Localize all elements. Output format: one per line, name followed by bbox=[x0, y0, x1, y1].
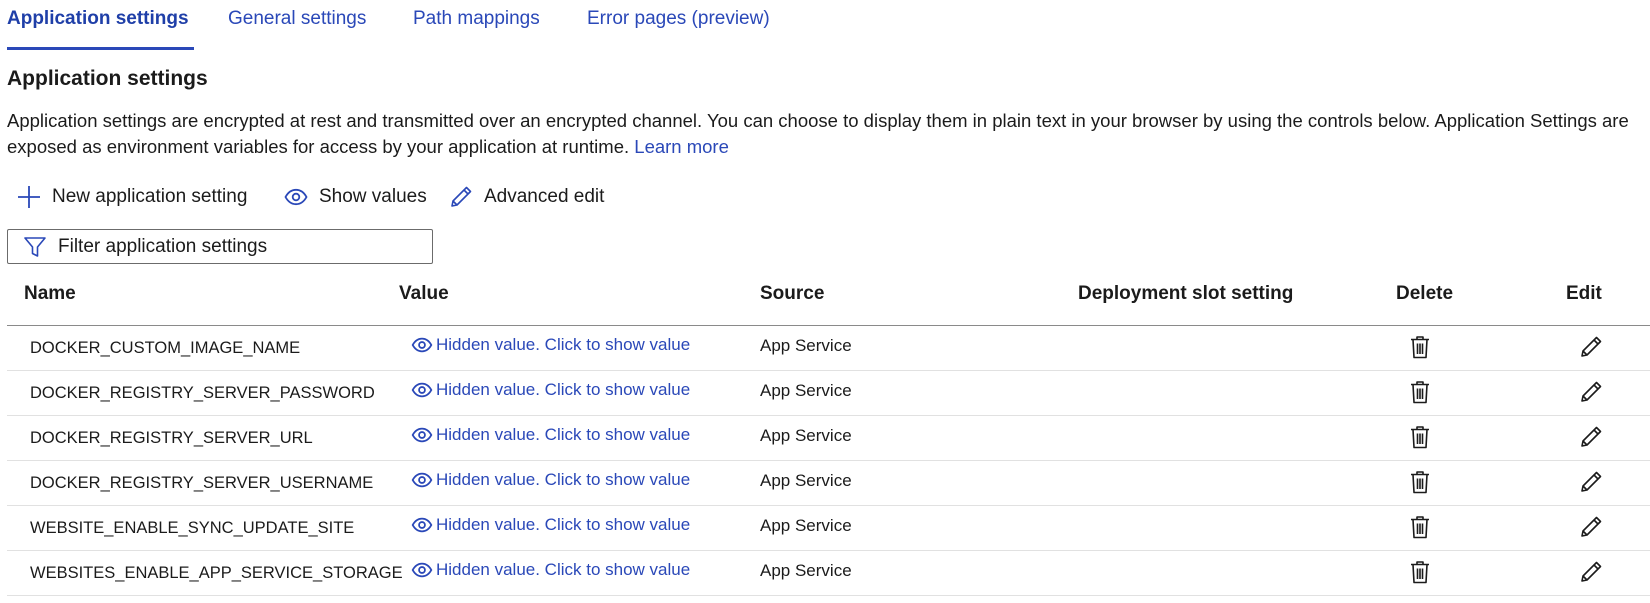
advanced-edit-label: Advanced edit bbox=[484, 186, 605, 207]
eye-icon bbox=[410, 515, 434, 535]
learn-more-link[interactable]: Learn more bbox=[634, 136, 729, 157]
setting-source: App Service bbox=[760, 471, 852, 490]
column-header-name[interactable]: Name bbox=[24, 283, 76, 305]
hidden-value-link[interactable]: Hidden value. Click to show value bbox=[410, 515, 690, 535]
setting-source: App Service bbox=[760, 336, 852, 355]
edit-setting-button[interactable] bbox=[1576, 467, 1606, 497]
delete-setting-button[interactable] bbox=[1406, 512, 1434, 542]
setting-name: DOCKER_REGISTRY_SERVER_PASSWORD bbox=[30, 384, 375, 402]
setting-source: App Service bbox=[760, 516, 852, 535]
funnel-icon bbox=[22, 234, 48, 260]
trash-icon bbox=[1411, 381, 1429, 404]
table-row: DOCKER_REGISTRY_SERVER_PASSWORD Hidden v… bbox=[7, 371, 1650, 416]
eye-icon bbox=[410, 380, 434, 400]
hidden-value-link[interactable]: Hidden value. Click to show value bbox=[410, 380, 690, 400]
delete-setting-button[interactable] bbox=[1406, 467, 1434, 497]
tab-general-settings[interactable]: General settings bbox=[228, 8, 366, 30]
hidden-value-text: Hidden value. Click to show value bbox=[436, 425, 691, 444]
pencil-icon bbox=[1581, 516, 1602, 537]
setting-name: DOCKER_REGISTRY_SERVER_URL bbox=[30, 429, 313, 447]
filter-placeholder: Filter application settings bbox=[58, 235, 268, 257]
tab-application-settings[interactable]: Application settings bbox=[7, 8, 189, 30]
row-divider bbox=[7, 595, 1650, 596]
table-row: DOCKER_REGISTRY_SERVER_URL Hidden value.… bbox=[7, 416, 1650, 461]
hidden-value-link[interactable]: Hidden value. Click to show value bbox=[410, 335, 690, 355]
delete-setting-button[interactable] bbox=[1406, 422, 1434, 452]
setting-name: DOCKER_REGISTRY_SERVER_USERNAME bbox=[30, 474, 374, 492]
setting-source: App Service bbox=[760, 381, 852, 400]
hidden-value-text: Hidden value. Click to show value bbox=[436, 515, 691, 534]
edit-setting-button[interactable] bbox=[1576, 422, 1606, 452]
trash-icon bbox=[1411, 426, 1429, 449]
pencil-icon bbox=[448, 184, 474, 210]
trash-icon bbox=[1411, 516, 1429, 539]
filter-input[interactable]: Filter application settings bbox=[7, 229, 433, 264]
tab-error-pages[interactable]: Error pages (preview) bbox=[587, 8, 770, 30]
tab-path-mappings[interactable]: Path mappings bbox=[413, 8, 540, 30]
plus-icon bbox=[16, 184, 42, 210]
pencil-icon bbox=[1581, 471, 1602, 492]
new-application-setting-button[interactable]: New application setting bbox=[16, 182, 247, 212]
setting-name: WEBSITE_ENABLE_SYNC_UPDATE_SITE bbox=[30, 519, 355, 537]
pencil-icon bbox=[1581, 381, 1602, 402]
table-row: WEBSITE_ENABLE_SYNC_UPDATE_SITE Hidden v… bbox=[7, 506, 1650, 551]
edit-setting-button[interactable] bbox=[1576, 332, 1606, 362]
hidden-value-text: Hidden value. Click to show value bbox=[436, 560, 691, 579]
table-row: DOCKER_CUSTOM_IMAGE_NAME Hidden value. C… bbox=[7, 326, 1650, 371]
column-header-deployment-slot[interactable]: Deployment slot setting bbox=[1078, 283, 1293, 305]
active-tab-indicator bbox=[7, 47, 194, 50]
pencil-icon bbox=[1581, 426, 1602, 447]
pencil-icon bbox=[1581, 336, 1602, 357]
column-header-delete: Delete bbox=[1396, 283, 1454, 304]
eye-icon bbox=[410, 560, 434, 580]
advanced-edit-button[interactable]: Advanced edit bbox=[448, 182, 604, 212]
edit-setting-button[interactable] bbox=[1576, 512, 1606, 542]
pencil-icon bbox=[1581, 561, 1602, 582]
eye-icon bbox=[410, 425, 434, 445]
show-values-label: Show values bbox=[319, 186, 427, 207]
description-text: Application settings are encrypted at re… bbox=[7, 110, 1629, 157]
trash-icon bbox=[1411, 336, 1429, 359]
column-header-edit: Edit bbox=[1566, 283, 1602, 304]
hidden-value-link[interactable]: Hidden value. Click to show value bbox=[410, 425, 690, 445]
eye-icon bbox=[410, 470, 434, 490]
setting-source: App Service bbox=[760, 561, 852, 580]
section-description: Application settings are encrypted at re… bbox=[7, 108, 1650, 160]
section-title: Application settings bbox=[7, 67, 208, 90]
column-header-source[interactable]: Source bbox=[760, 283, 824, 305]
hidden-value-text: Hidden value. Click to show value bbox=[436, 335, 691, 354]
delete-setting-button[interactable] bbox=[1406, 332, 1434, 362]
eye-icon bbox=[283, 184, 309, 210]
new-application-setting-label: New application setting bbox=[52, 186, 248, 207]
setting-source: App Service bbox=[760, 426, 852, 445]
table-row: DOCKER_REGISTRY_SERVER_USERNAME Hidden v… bbox=[7, 461, 1650, 506]
setting-name: DOCKER_CUSTOM_IMAGE_NAME bbox=[30, 339, 301, 357]
delete-setting-button[interactable] bbox=[1406, 557, 1434, 587]
settings-tabs: Application settings General settings Pa… bbox=[0, 0, 1650, 52]
setting-name: WEBSITES_ENABLE_APP_SERVICE_STORAGE bbox=[30, 564, 403, 582]
table-row: WEBSITES_ENABLE_APP_SERVICE_STORAGE Hidd… bbox=[7, 551, 1650, 596]
show-values-button[interactable]: Show values bbox=[283, 182, 427, 212]
column-header-value[interactable]: Value bbox=[399, 283, 449, 305]
hidden-value-text: Hidden value. Click to show value bbox=[436, 380, 691, 399]
hidden-value-text: Hidden value. Click to show value bbox=[436, 470, 691, 489]
trash-icon bbox=[1411, 471, 1429, 494]
edit-setting-button[interactable] bbox=[1576, 377, 1606, 407]
eye-icon bbox=[410, 335, 434, 355]
delete-setting-button[interactable] bbox=[1406, 377, 1434, 407]
hidden-value-link[interactable]: Hidden value. Click to show value bbox=[410, 560, 690, 580]
edit-setting-button[interactable] bbox=[1576, 557, 1606, 587]
hidden-value-link[interactable]: Hidden value. Click to show value bbox=[410, 470, 690, 490]
trash-icon bbox=[1411, 561, 1429, 584]
